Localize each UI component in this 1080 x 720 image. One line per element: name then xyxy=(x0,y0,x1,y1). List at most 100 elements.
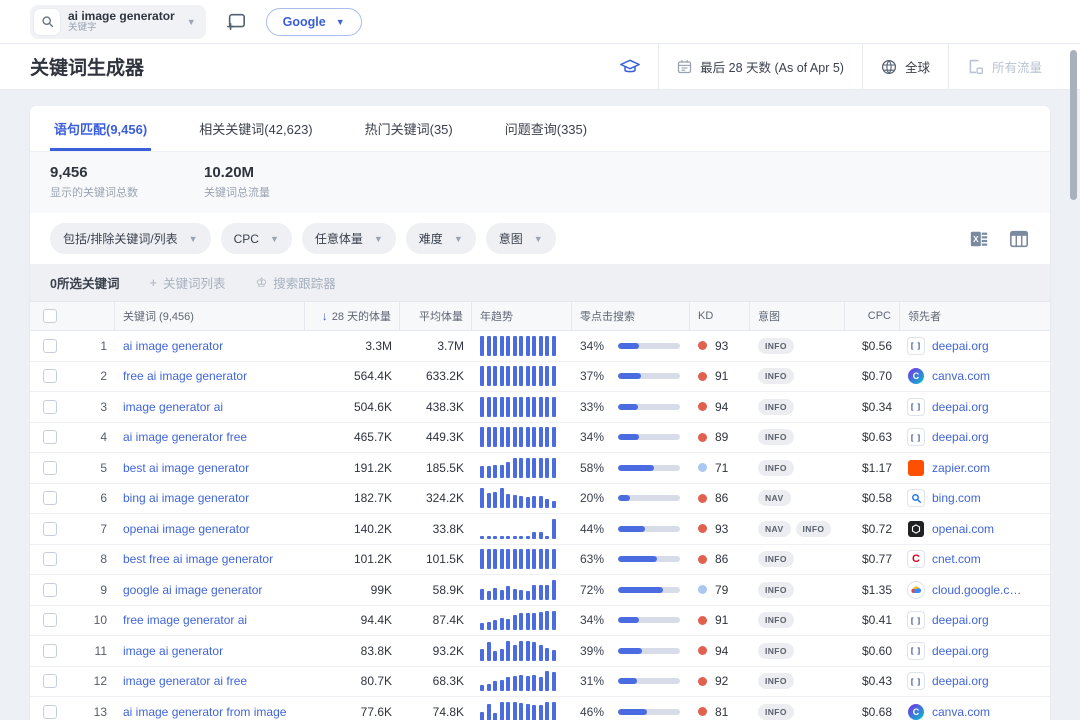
column-header-leader[interactable]: 领先者 xyxy=(900,302,1050,330)
search-keyword-label: 关键字 xyxy=(68,21,97,33)
traffic-filter-label: 所有流量 xyxy=(991,61,1042,75)
keyword-link[interactable]: ai image generator free xyxy=(123,430,247,444)
location-selector[interactable]: 全球 xyxy=(863,44,948,89)
manage-columns-icon[interactable] xyxy=(1008,228,1030,250)
education-button[interactable] xyxy=(602,44,658,89)
keyword-link[interactable]: free ai image generator xyxy=(123,369,247,383)
keyword-link[interactable]: image generator ai free xyxy=(123,674,247,688)
row-checkbox[interactable] xyxy=(43,430,57,445)
cpc-value: $0.41 xyxy=(861,613,892,628)
filter-chip[interactable]: 难度 ▼ xyxy=(405,223,476,254)
row-checkbox[interactable] xyxy=(43,643,57,658)
column-header-zero-click[interactable]: 零点击搜索 xyxy=(572,302,690,330)
keyword-search-widget[interactable]: ai image generator 关键字 ▼ xyxy=(30,4,206,39)
cpc-value: $0.34 xyxy=(861,399,892,414)
add-to-keyword-list-button[interactable]: + 关键词列表 xyxy=(149,273,225,292)
keyword-link[interactable]: free image generator ai xyxy=(123,613,247,627)
leader-site-link[interactable]: deepai.org xyxy=(932,339,989,353)
leader-site-link[interactable]: cnet.com xyxy=(932,552,981,566)
table-actions: X xyxy=(968,228,1030,250)
top-bar: ai image generator 关键字 ▼ Google ▼ xyxy=(0,0,1080,44)
volume-value: 83.8K xyxy=(360,643,392,658)
column-header-trend[interactable]: 年趋势 xyxy=(472,302,572,330)
leader-site-link[interactable]: deepai.org xyxy=(932,613,989,627)
crown-icon: ♔ xyxy=(255,274,268,290)
stats-strip: 9,456 显示的关键词总数 10.20M 关键词总流量 xyxy=(30,152,1050,213)
filter-chip[interactable]: 包括/排除关键词/列表 ▼ xyxy=(50,223,211,254)
row-checkbox[interactable] xyxy=(43,399,57,414)
keyword-link[interactable]: best free ai image generator xyxy=(123,552,273,566)
table-row: 7 openai image generator 140.2K 33.8K 44% 93 N… xyxy=(30,514,1050,545)
kd-value: 91 xyxy=(715,369,729,384)
zero-click-bar xyxy=(618,342,680,349)
tab-2[interactable]: 相关关键词(42,623) xyxy=(195,106,316,151)
zero-click-percent: 34% xyxy=(580,430,605,445)
row-checkbox[interactable] xyxy=(43,491,57,506)
row-number: 2 xyxy=(100,369,107,384)
column-header-avg-volume[interactable]: 平均体量 xyxy=(400,302,472,330)
row-checkbox[interactable] xyxy=(43,521,57,536)
filter-chip[interactable]: 意图 ▼ xyxy=(485,223,556,254)
tab-4[interactable]: 问题查询(335) xyxy=(501,106,591,151)
avg-volume-value: 68.3K xyxy=(432,674,464,689)
tab-1[interactable]: 语句匹配(9,456) xyxy=(50,106,152,151)
row-checkbox[interactable] xyxy=(43,582,57,597)
zero-click-bar xyxy=(618,434,680,441)
row-checkbox[interactable] xyxy=(43,369,57,384)
keyword-link[interactable]: image generator ai xyxy=(123,400,223,414)
excel-export-icon[interactable]: X xyxy=(968,228,990,250)
search-tracker-button[interactable]: ♔ 搜索跟踪器 xyxy=(256,273,336,292)
keyword-link[interactable]: ai image generator from image xyxy=(123,705,286,719)
database-selector-button[interactable]: Google ▼ xyxy=(265,7,362,36)
row-checkbox[interactable] xyxy=(43,338,57,353)
volume-value: 191.2K xyxy=(353,460,392,475)
leader-site-link[interactable]: deepai.org xyxy=(932,430,989,444)
select-all-checkbox[interactable] xyxy=(43,309,57,323)
column-header-keyword[interactable]: 关键词 (9,456) xyxy=(115,302,305,330)
leader-site-link[interactable]: openai.com xyxy=(932,522,994,536)
kd-dot xyxy=(698,554,707,564)
keyword-link[interactable]: bing ai image generator xyxy=(123,491,249,505)
cpc-value: $1.35 xyxy=(861,582,892,597)
row-checkbox[interactable] xyxy=(43,613,57,628)
leader-site-link[interactable]: cloud.google.c… xyxy=(932,583,1021,597)
column-header-kd[interactable]: KD xyxy=(690,302,750,330)
filter-chip[interactable]: CPC ▼ xyxy=(220,223,292,254)
keyword-link[interactable]: ai image generator xyxy=(123,339,223,353)
intent-badges: INFO xyxy=(750,362,845,392)
column-header-cpc[interactable]: CPC xyxy=(845,302,900,330)
date-range-selector[interactable]: 最后 28 天数 (As of Apr 5) xyxy=(659,44,862,89)
leader-site-link[interactable]: canva.com xyxy=(932,705,990,719)
keyword-link[interactable]: best ai image generator xyxy=(123,461,249,475)
filter-chip[interactable]: 任意体量 ▼ xyxy=(301,223,396,254)
tab-3[interactable]: 热门关键词(35) xyxy=(361,106,457,151)
intent-badge: INFO xyxy=(758,612,794,629)
table-row: 3 image generator ai 504.6K 438.3K 33% 94 INFO… xyxy=(30,392,1050,423)
row-checkbox[interactable] xyxy=(43,674,57,689)
intent-badge: INFO xyxy=(758,703,794,720)
row-checkbox[interactable] xyxy=(43,552,57,567)
leader-site-link[interactable]: deepai.org xyxy=(932,674,989,688)
leader-site-link[interactable]: bing.com xyxy=(932,491,981,505)
column-header-intent[interactable]: 意图 xyxy=(750,302,845,330)
keyword-link[interactable]: image ai generator xyxy=(123,644,223,658)
leader-site-link[interactable]: zapier.com xyxy=(932,461,990,475)
column-header-volume[interactable]: ↓ 28 天的体量 xyxy=(305,302,400,330)
row-number: 5 xyxy=(100,460,107,475)
traffic-filter[interactable]: 所有流量 xyxy=(949,44,1060,89)
row-checkbox[interactable] xyxy=(43,460,57,475)
zero-click-bar xyxy=(618,678,680,685)
scrollbar-thumb[interactable] xyxy=(1070,50,1077,200)
leader-site-link[interactable]: canva.com xyxy=(932,369,990,383)
keyword-link[interactable]: google ai image generator xyxy=(123,583,262,597)
row-checkbox[interactable] xyxy=(43,704,57,719)
add-query-button[interactable] xyxy=(222,8,250,36)
yearly-trend-chart xyxy=(480,488,558,509)
search-icon xyxy=(34,8,60,35)
zero-click-percent: 37% xyxy=(580,369,605,384)
vertical-scrollbar[interactable] xyxy=(1070,50,1078,716)
zero-click-bar xyxy=(618,373,680,380)
keyword-link[interactable]: openai image generator xyxy=(123,522,250,536)
leader-site-link[interactable]: deepai.org xyxy=(932,400,989,414)
leader-site-link[interactable]: deepai.org xyxy=(932,644,989,658)
